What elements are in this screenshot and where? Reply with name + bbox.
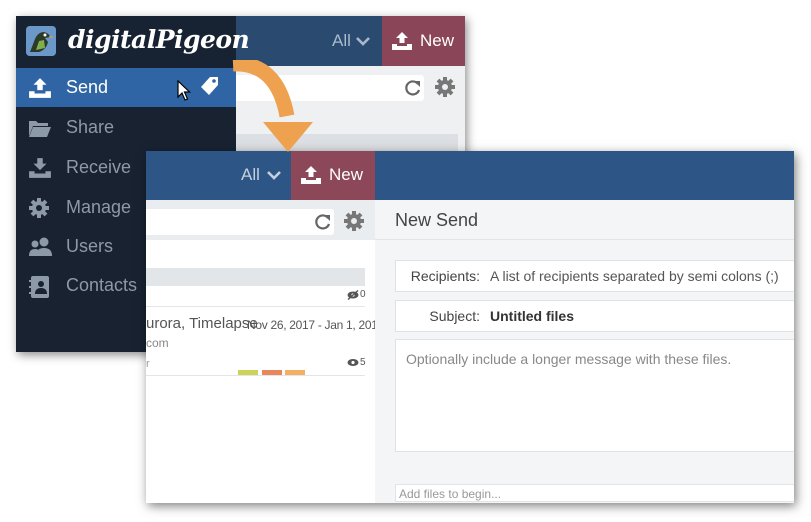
chevron-down-icon bbox=[267, 171, 281, 180]
subject-field[interactable]: Subject: Untitled files bbox=[395, 300, 794, 332]
mouse-cursor-icon bbox=[177, 80, 191, 101]
gear-icon[interactable] bbox=[343, 210, 365, 232]
refresh-icon[interactable] bbox=[314, 213, 332, 231]
row-divider bbox=[146, 306, 365, 307]
transfer-dates: Nov 26, 2017 - Jan 1, 2019 bbox=[247, 318, 384, 332]
sidebar-item-label: Contacts bbox=[66, 275, 138, 295]
message-textarea[interactable]: Optionally include a longer message with… bbox=[395, 339, 794, 452]
gear-icon bbox=[29, 198, 49, 218]
chevron-down-icon bbox=[356, 37, 370, 46]
hidden-count: 0 bbox=[360, 289, 366, 300]
eye-slash-icon bbox=[347, 290, 359, 300]
brand-name[interactable]: digitalPigeon bbox=[68, 25, 250, 54]
row-divider bbox=[146, 375, 365, 376]
sidebar-item-share[interactable]: Share bbox=[16, 108, 236, 147]
users-icon bbox=[29, 237, 52, 256]
folder-open-icon bbox=[29, 121, 51, 137]
list-header bbox=[146, 268, 365, 286]
front-window: All New 0 urora, Timelapse Nov 26, 2017 bbox=[146, 151, 794, 503]
new-button[interactable]: New bbox=[382, 16, 465, 66]
filter-label: All bbox=[241, 165, 260, 184]
add-files-dropzone[interactable]: Add files to begin... bbox=[395, 484, 794, 502]
sidebar-item-label: Receive bbox=[66, 157, 132, 177]
brand-header: digitalPigeon bbox=[16, 16, 250, 66]
new-button-label: New bbox=[420, 31, 455, 50]
tag-icon[interactable] bbox=[198, 74, 222, 98]
search-input[interactable] bbox=[146, 209, 334, 235]
download-tray-icon bbox=[29, 158, 51, 178]
subject-label: Subject: bbox=[429, 308, 480, 324]
view-count: 5 bbox=[360, 357, 366, 368]
address-book-icon bbox=[29, 276, 49, 298]
page-title: New Send bbox=[395, 210, 479, 230]
recipients-label: Recipients: bbox=[410, 268, 480, 284]
files-placeholder: Add files to begin... bbox=[399, 487, 502, 501]
subject-input[interactable]: Untitled files bbox=[490, 308, 574, 324]
curved-arrow-icon bbox=[232, 60, 313, 152]
transfer-name: urora, Timelapse bbox=[146, 315, 258, 332]
refresh-icon[interactable] bbox=[404, 79, 422, 97]
recipients-input[interactable]: A list of recipients separated by semi c… bbox=[490, 268, 779, 284]
transfer-sender: r bbox=[146, 358, 150, 370]
upload-tray-icon bbox=[392, 32, 412, 50]
pigeon-logo-icon bbox=[26, 26, 56, 56]
divider bbox=[375, 239, 794, 240]
filter-dropdown[interactable]: All bbox=[332, 31, 370, 51]
gear-icon[interactable] bbox=[434, 76, 456, 98]
sidebar-item-label: Users bbox=[66, 236, 114, 256]
filter-label: All bbox=[332, 31, 351, 50]
filter-dropdown[interactable]: All bbox=[241, 165, 281, 185]
eye-icon bbox=[347, 359, 359, 366]
message-placeholder: Optionally include a longer message with… bbox=[406, 351, 732, 367]
upload-tray-icon bbox=[29, 78, 51, 98]
transfer-recipient: com bbox=[146, 336, 169, 350]
sidebar-item-label: Manage bbox=[66, 197, 132, 217]
upload-tray-icon bbox=[301, 166, 321, 184]
sidebar-item-label: Share bbox=[66, 117, 115, 137]
sidebar-item-label: Send bbox=[66, 77, 109, 97]
recipients-field[interactable]: Recipients: A list of recipients separat… bbox=[395, 260, 794, 292]
new-button-label: New bbox=[329, 165, 364, 184]
